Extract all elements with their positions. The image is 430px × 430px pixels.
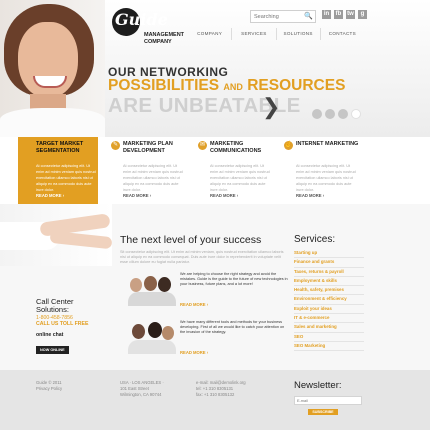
feature-title: Target market segmentation (36, 141, 84, 154)
nav-contacts[interactable]: CONTACTS (319, 28, 364, 40)
hero-line-3: ARE UNBEATABLE (108, 94, 301, 117)
pencil-icon: ✎ (111, 141, 120, 150)
newsletter-field (294, 396, 362, 405)
slider-dot[interactable] (312, 109, 322, 119)
content-block-text: We have many different tools and methods… (180, 320, 285, 334)
section-intro: Sit consectetur adipiscing elit. Ut enim… (120, 250, 284, 264)
feature-body: At consectetur adipiscing elit. Ut enim … (210, 164, 270, 192)
team-photo-image (128, 270, 176, 308)
call-center-heading-2: Solutions: (36, 305, 69, 314)
footer: Guide © 2011 Privacy Policy USA · LOS AN… (0, 370, 430, 430)
service-link[interactable]: Employment & skills (294, 277, 364, 287)
footer-copyright: Guide © 2011 Privacy Policy (36, 380, 62, 392)
twitter-icon[interactable]: tw (346, 10, 355, 19)
feature-card: Target market segmentation At consectetu… (18, 137, 98, 204)
subscribe-button[interactable]: SUBSCRIBE (308, 409, 338, 415)
feature-title: Marketing communications (210, 141, 262, 154)
section-heading: The next level of your success (120, 234, 262, 246)
read-more-link[interactable]: READ MORE › (180, 350, 208, 355)
logo-script: Guide (115, 10, 168, 29)
feature-body: At consectetur adipiscing elit. Ut enim … (36, 164, 96, 192)
search-box: 🔍 (250, 10, 316, 23)
center-column: The next level of your success Sit conse… (120, 234, 288, 355)
service-link[interactable]: SEO (294, 333, 364, 342)
privacy-policy-link[interactable]: Privacy Policy (36, 386, 62, 392)
search-icon[interactable]: 🔍 (304, 12, 313, 20)
now-online-button[interactable]: NOW ONLINE (36, 346, 69, 354)
nav-company[interactable]: COMPANY (188, 28, 231, 40)
cursor-hand-icon: ☝ (284, 141, 293, 150)
content-block-text: We are helping to choose the right strat… (180, 272, 288, 286)
footer-address: USA · LOS ANGELES · 101 East Street Wilm… (120, 380, 164, 398)
feature-body: At consectetur adipiscing elit. Ut enim … (123, 164, 183, 192)
linkedin-icon[interactable]: in (322, 10, 331, 19)
service-link[interactable]: Environment & efficiency (294, 295, 364, 305)
read-more-link[interactable]: READ MORE › (180, 302, 208, 307)
feature-read-more-link[interactable]: READ MORE › (296, 193, 324, 198)
facebook-icon[interactable]: fb (334, 10, 343, 19)
service-link[interactable]: Exploit your ideas (294, 305, 364, 315)
feature-body: At consectetur adipiscing elit. Ut enim … (296, 164, 356, 192)
call-center-block: Call Center Solutions: 1-800-458-7856 CA… (36, 298, 88, 356)
feature-card: ☝ Internet marketing At consectetur adip… (284, 137, 364, 204)
feature-read-more-link[interactable]: READ MORE › (210, 193, 238, 198)
slider-dot[interactable] (325, 109, 335, 119)
nav-solutions[interactable]: SOLUTIONS (275, 28, 320, 40)
service-link[interactable]: Finance and grants (294, 258, 364, 268)
slider-next-arrow-icon[interactable]: ❯ (262, 96, 280, 118)
service-link[interactable]: IT & e-commerce (294, 314, 364, 324)
feature-card: ✉ Marketing communications At consectetu… (198, 137, 274, 204)
content-block: We are helping to choose the right strat… (120, 270, 288, 310)
main-content: Call Center Solutions: 1-800-458-7856 CA… (0, 204, 430, 370)
footer-contacts: e-mail: mail@demolink.org tel: +1 310 83… (196, 380, 246, 398)
slider-dots (312, 109, 361, 119)
nav-services[interactable]: SERVICES (231, 28, 275, 40)
slider-dot-active[interactable] (351, 109, 361, 119)
service-link[interactable]: Starting up (294, 249, 364, 259)
hero-headline: OUR NETWORKING POSSIBILITIES AND RESOURC… (108, 66, 345, 116)
crossed-arms-image (0, 204, 113, 266)
feature-card: ✎ Marketing plan development At consecte… (111, 137, 187, 204)
services-heading: Services: (294, 234, 336, 245)
search-input[interactable] (254, 12, 300, 21)
chat-bubble-icon: ✉ (198, 141, 207, 150)
service-link[interactable]: Health, safety, premises (294, 286, 364, 296)
features-row: Target market segmentation At consectetu… (0, 137, 430, 204)
social-links: in fb tw g (322, 10, 367, 19)
hero-line-2: POSSIBILITIES AND RESOURCES (108, 77, 346, 94)
hero-portrait-image (0, 0, 105, 137)
content-block: We have many different tools and methods… (120, 318, 286, 358)
newsletter-email-input[interactable] (297, 397, 357, 404)
feature-title: Internet marketing (296, 141, 359, 147)
service-link[interactable]: SEO Marketing (294, 342, 364, 352)
service-link[interactable]: Taxes, returns & payroll (294, 268, 364, 277)
slider-dot[interactable] (338, 109, 348, 119)
page: Guide MANAGEMENT COMPANY 🔍 in fb tw g CO… (0, 0, 430, 430)
main-nav: COMPANY SERVICES SOLUTIONS CONTACTS (188, 28, 364, 40)
services-list: Services: Starting up Finance and grants… (294, 234, 364, 352)
feature-read-more-link[interactable]: READ MORE › (123, 193, 151, 198)
feature-title: Marketing plan development (123, 141, 173, 154)
google-icon[interactable]: g (358, 10, 367, 19)
call-center-toll: CALL US TOLL FREE (36, 321, 89, 327)
team-photo-image (128, 318, 176, 356)
service-link[interactable]: Sales and marketing (294, 323, 364, 333)
newsletter-block: Newsletter: SUBSCRIBE (294, 380, 364, 415)
newsletter-heading: Newsletter: (294, 380, 342, 391)
fax-text: fax: +1 310 8305132 (196, 392, 235, 397)
address-line: Wilmington, CA 90744 (120, 392, 162, 397)
online-chat-label: online chat (36, 332, 64, 338)
feature-read-more-link[interactable]: READ MORE › (36, 193, 64, 198)
hero-banner: Guide MANAGEMENT COMPANY 🔍 in fb tw g CO… (0, 0, 430, 137)
